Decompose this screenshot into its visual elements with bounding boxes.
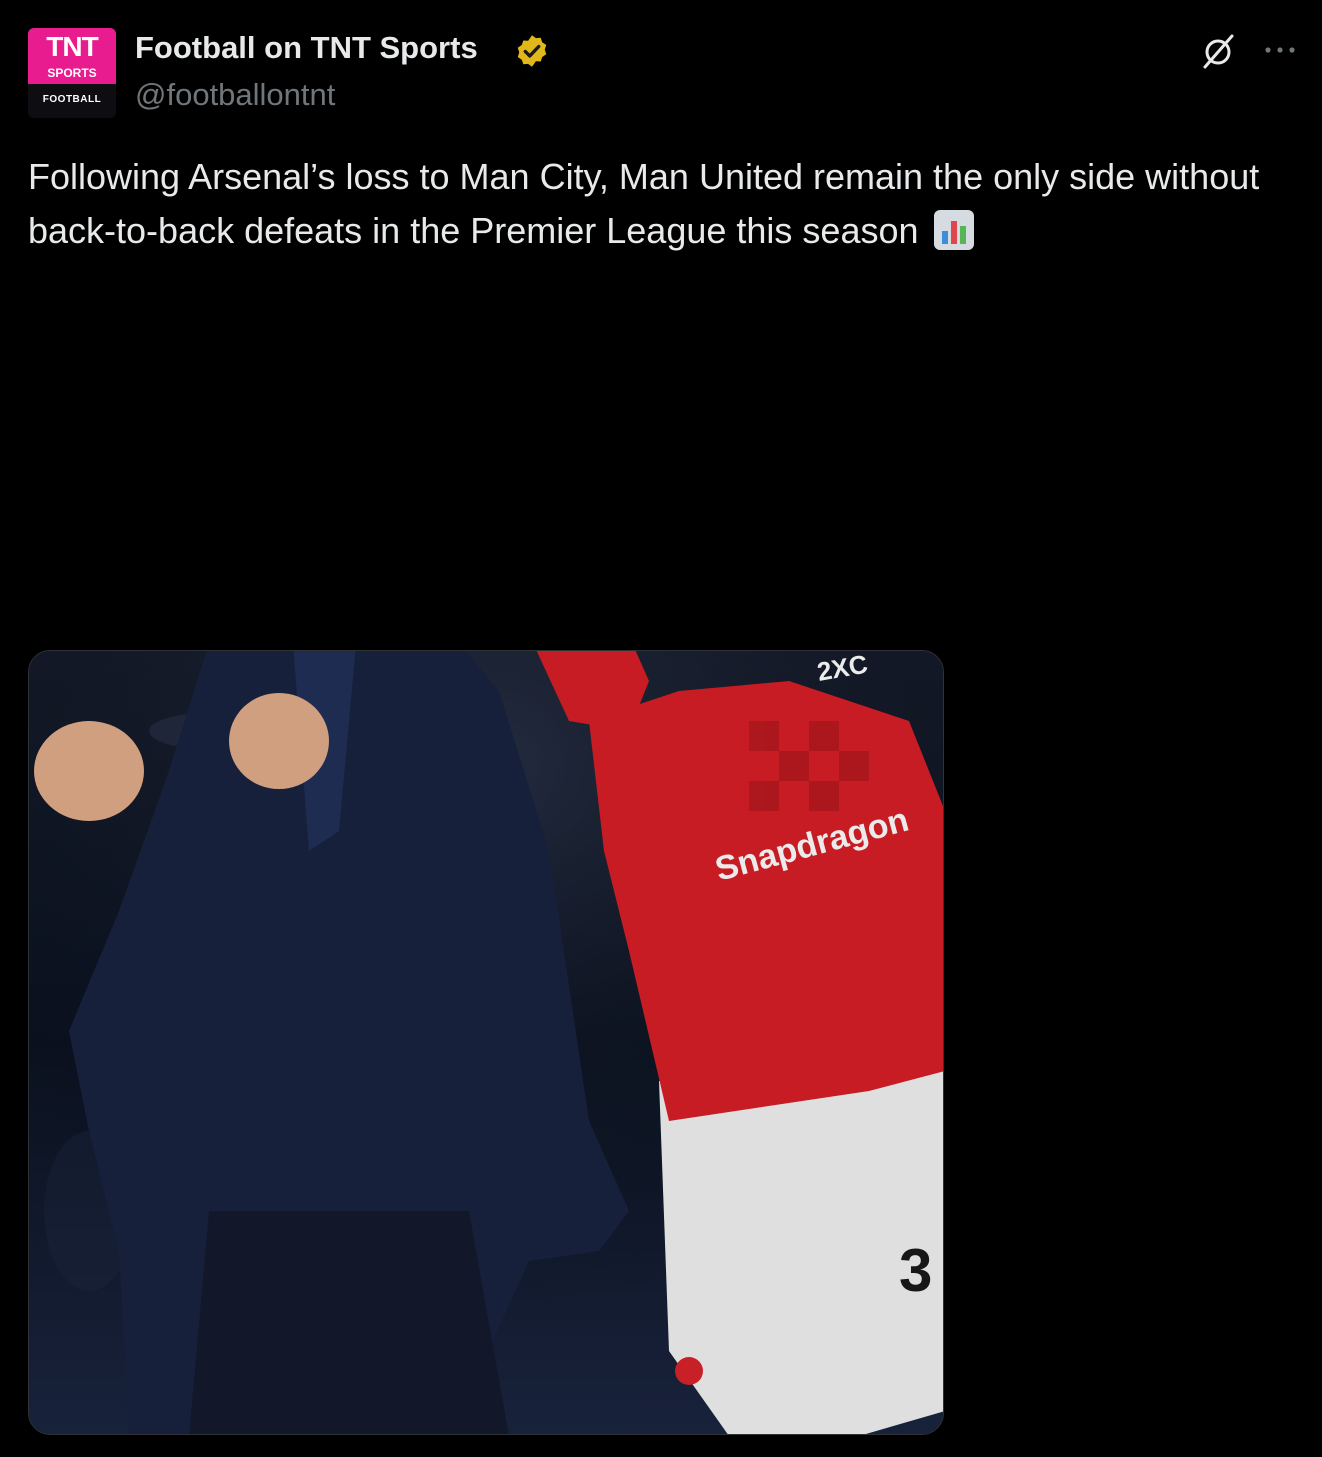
display-name[interactable]: Football on TNT Sports <box>135 30 478 66</box>
account-handle[interactable]: @footballontnt <box>135 77 335 113</box>
avatar-logo-text: TNT <box>46 31 98 62</box>
avatar-logo-caption: FOOTBALL <box>42 94 102 105</box>
tweet-text-body: Following Arsenal’s loss to Man City, Ma… <box>28 156 1260 251</box>
grok-icon[interactable] <box>1196 30 1240 74</box>
verified-badge-icon[interactable] <box>514 33 550 69</box>
photo-illustration: 3 Snapdragon 2XC <box>29 651 943 1434</box>
bar-chart-emoji-icon <box>933 210 974 250</box>
tweet-header: TNT SPORTS FOOTBALL Football on TNT Spor… <box>0 0 1322 130</box>
avatar[interactable]: TNT SPORTS FOOTBALL <box>28 28 116 118</box>
avatar-logo-subtext: SPORTS <box>47 66 97 80</box>
tweet-photo[interactable]: 3 Snapdragon 2XC <box>28 650 944 1435</box>
more-options-icon[interactable] <box>1262 40 1298 60</box>
tweet-text: Following Arsenal’s loss to Man City, Ma… <box>28 150 1298 258</box>
